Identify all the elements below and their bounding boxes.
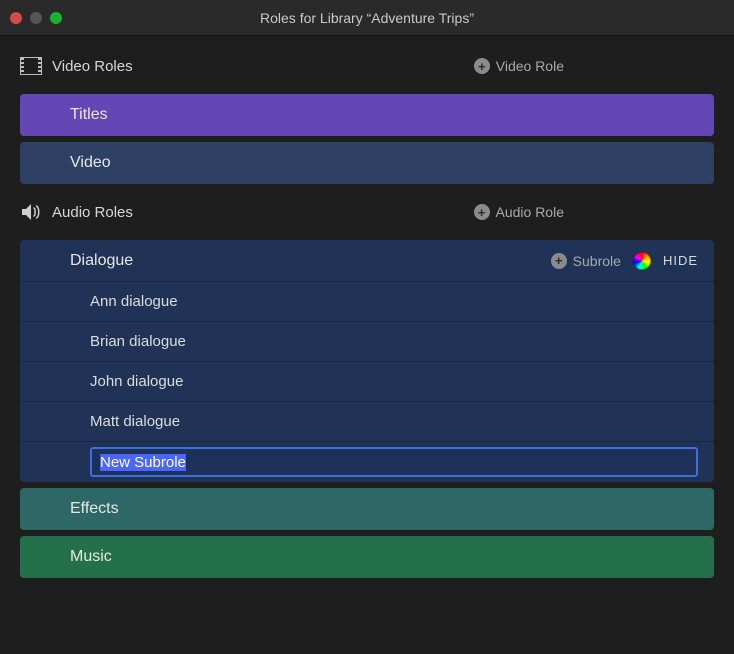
audio-roles-header: Audio Roles + Audio Role: [12, 190, 722, 234]
role-row-effects[interactable]: Effects: [20, 488, 714, 530]
role-row-music[interactable]: Music: [20, 536, 714, 578]
add-video-role-label: Video Role: [496, 58, 564, 74]
subrole-row[interactable]: Brian dialogue: [20, 322, 714, 362]
plus-icon: +: [551, 253, 567, 269]
window-minimize-button[interactable]: [30, 12, 42, 24]
add-video-role-button[interactable]: + Video Role: [474, 58, 564, 74]
window-zoom-button[interactable]: [50, 12, 62, 24]
role-label: Music: [70, 548, 112, 566]
subrole-row-editing: [20, 442, 714, 482]
role-group-dialogue: Dialogue + Subrole HIDE Ann dialogue Bri…: [20, 240, 714, 482]
subrole-row[interactable]: Ann dialogue: [20, 282, 714, 322]
window-title: Roles for Library “Adventure Trips”: [0, 10, 734, 26]
role-color-picker[interactable]: [633, 252, 651, 270]
add-subrole-label: Subrole: [573, 253, 621, 269]
titlebar: Roles for Library “Adventure Trips”: [0, 0, 734, 36]
subrole-label: Brian dialogue: [90, 333, 186, 350]
role-row-video[interactable]: Video: [20, 142, 714, 184]
subrole-row[interactable]: John dialogue: [20, 362, 714, 402]
traffic-lights: [10, 12, 62, 24]
speaker-icon: [20, 203, 52, 221]
add-audio-role-button[interactable]: + Audio Role: [474, 204, 565, 220]
hide-subroles-button[interactable]: HIDE: [663, 253, 698, 268]
subrole-label: John dialogue: [90, 373, 183, 390]
roles-panel: Video Roles + Video Role Titles Video Au…: [0, 36, 734, 600]
new-subrole-input[interactable]: [90, 447, 698, 477]
plus-icon: +: [474, 204, 490, 220]
role-label: Video: [70, 154, 111, 172]
add-subrole-button[interactable]: + Subrole: [551, 253, 621, 269]
video-roles-header: Video Roles + Video Role: [12, 44, 722, 88]
subrole-row[interactable]: Matt dialogue: [20, 402, 714, 442]
role-row-titles[interactable]: Titles: [20, 94, 714, 136]
role-row-dialogue[interactable]: Dialogue + Subrole HIDE: [20, 240, 714, 282]
role-label: Dialogue: [70, 252, 539, 270]
subrole-label: Ann dialogue: [90, 293, 178, 310]
add-audio-role-label: Audio Role: [496, 204, 565, 220]
role-label: Titles: [70, 106, 108, 124]
plus-icon: +: [474, 58, 490, 74]
subrole-label: Matt dialogue: [90, 413, 180, 430]
role-label: Effects: [70, 500, 119, 518]
audio-roles-label: Audio Roles: [52, 204, 133, 221]
video-roles-label: Video Roles: [52, 58, 133, 75]
filmstrip-icon: [20, 57, 52, 75]
window-close-button[interactable]: [10, 12, 22, 24]
